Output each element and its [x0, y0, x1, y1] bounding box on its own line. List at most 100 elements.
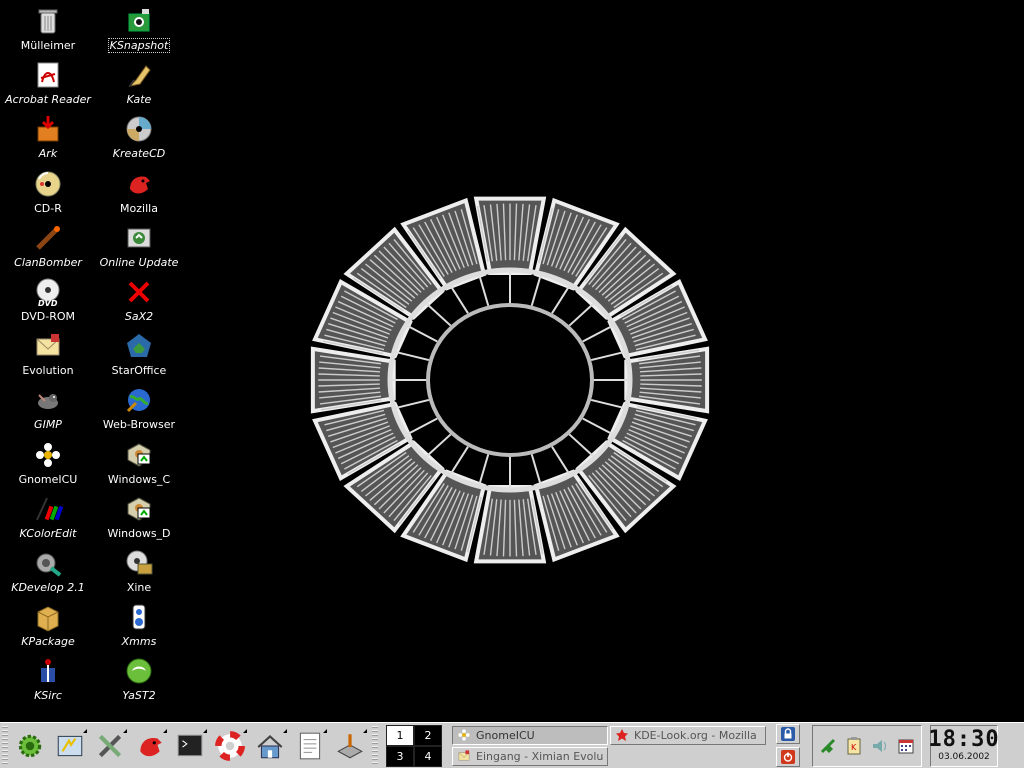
- calendar-icon: [898, 739, 914, 753]
- desktop-icon-m-lleimer[interactable]: Mülleimer: [4, 4, 92, 58]
- tray-network-plug[interactable]: [817, 735, 839, 757]
- gnomeicu-icon: [458, 729, 470, 741]
- acrobat-icon: [37, 62, 59, 88]
- trash-icon-holder: [31, 4, 65, 38]
- pager-desktop-2[interactable]: 2: [415, 725, 441, 745]
- pager-desktop-3[interactable]: 3: [387, 746, 413, 766]
- pager-desktop-4[interactable]: 4: [415, 746, 441, 766]
- desktop-icon-windows-d[interactable]: Windows_D: [96, 492, 182, 546]
- desktop-icon-kdevelop-2-1[interactable]: KDevelop 2.1: [4, 546, 92, 600]
- yast-icon-holder: [122, 654, 156, 688]
- desktop-icon-xmms[interactable]: Xmms: [96, 600, 182, 654]
- desktop-icon-web-browser[interactable]: Web-Browser: [96, 383, 182, 437]
- launcher-mozilla-dragon[interactable]: [130, 726, 170, 766]
- desktop[interactable]: Mülleimer Acrobat Reader Ark CD-R ClanBomber…: [0, 0, 1024, 722]
- launcher-settings-tools[interactable]: [90, 726, 130, 766]
- panel-separator: [372, 725, 378, 766]
- tray-calendar[interactable]: [895, 735, 917, 757]
- staroffice-icon: [127, 334, 151, 358]
- drive-icon-holder: [122, 438, 156, 472]
- drive-icon: [127, 497, 151, 521]
- desktop-icon-evolution[interactable]: Evolution: [4, 329, 92, 383]
- desktop-icon-cd-r[interactable]: CD-R: [4, 167, 92, 221]
- desktop-icon-label: CD-R: [34, 201, 62, 215]
- desktop-icon-kreatecd[interactable]: KreateCD: [96, 112, 182, 166]
- desktop-icon-kcoloredit[interactable]: KColorEdit: [4, 492, 92, 546]
- desktop-icon-sax2[interactable]: SaX2: [96, 275, 182, 329]
- desktop-icon-label: Web-Browser: [102, 418, 176, 432]
- online-update-icon-holder: [122, 221, 156, 255]
- yast-icon: [126, 658, 152, 684]
- clock[interactable]: 18:30 03.06.2002: [928, 724, 999, 767]
- pager-desktop-1[interactable]: 1: [387, 725, 413, 745]
- kdevelop-icon: [36, 553, 62, 577]
- desktop-icon-gnomeicu[interactable]: GnomeICU: [4, 438, 92, 492]
- sax2-icon-holder: [122, 275, 156, 309]
- launcher-kde-menu-gear[interactable]: [10, 726, 50, 766]
- lock-screen-button[interactable]: [776, 724, 800, 744]
- task-button-1[interactable]: GnomeICU: [452, 725, 608, 745]
- kate-icon: [128, 65, 151, 88]
- cdr-icon-holder: [31, 167, 65, 201]
- desktop-icon-label: Mülleimer: [20, 39, 76, 52]
- launcher-office[interactable]: [330, 726, 370, 766]
- online-update-icon: [127, 228, 151, 248]
- desktop-icon-ark[interactable]: Ark: [4, 112, 92, 166]
- desktop-icon-kate[interactable]: Kate: [96, 58, 182, 112]
- task-button-3[interactable]: Eingang - Ximian Evolution: [452, 746, 608, 766]
- task-button-2[interactable]: KDE-Look.org - Mozilla: [610, 725, 766, 745]
- ksirc-icon-holder: [31, 654, 65, 688]
- xmms-icon: [132, 604, 146, 630]
- desktop-icon-xine[interactable]: Xine: [96, 546, 182, 600]
- staroffice-icon-holder: [122, 329, 156, 363]
- task-label: Eingang - Ximian Evolution: [476, 749, 603, 763]
- desktop-icon-gimp[interactable]: GIMP: [4, 383, 92, 437]
- window-list-icon: [57, 735, 83, 756]
- desktop-icon-staroffice[interactable]: StarOffice: [96, 329, 182, 383]
- desktop-icon-label: SaX2: [124, 309, 154, 323]
- launcher-window-list[interactable]: [50, 726, 90, 766]
- task-label: KDE-Look.org - Mozilla: [634, 728, 757, 742]
- home-folder-icon: [257, 734, 283, 758]
- desktop-icon-label: DVD-ROM: [20, 309, 76, 323]
- kpackage-icon: [37, 606, 59, 632]
- launcher-text-editor[interactable]: [290, 726, 330, 766]
- panel-handle[interactable]: [2, 725, 8, 766]
- kdevelop-icon-holder: [31, 546, 65, 580]
- desktop-icon-kpackage[interactable]: KPackage: [4, 600, 92, 654]
- desktop-icon-ksnapshot[interactable]: KSnapshot: [96, 4, 182, 58]
- desktop-icon-label: Kate: [126, 93, 152, 107]
- desktop-icons-column-1: Mülleimer Acrobat Reader Ark CD-R ClanBomber…: [4, 4, 92, 708]
- kde-menu-gear-icon: [18, 734, 42, 757]
- task-label: GnomeICU: [476, 728, 535, 742]
- desktop-icon-dvd-rom[interactable]: DVD DVD-ROM: [4, 275, 92, 329]
- launcher-help-lifebuoy[interactable]: [210, 726, 250, 766]
- tray-speaker[interactable]: [869, 735, 891, 757]
- drive-icon-holder: [122, 492, 156, 526]
- desktop-icon-clanbomber[interactable]: ClanBomber: [4, 221, 92, 275]
- desktop-icon-online-update[interactable]: Online Update: [96, 221, 182, 275]
- help-lifebuoy-icon: [215, 730, 245, 761]
- desktop-icon-ksirc[interactable]: KSirc: [4, 654, 92, 708]
- network-plug-icon: [820, 738, 836, 753]
- tray-clipboard-klipper[interactable]: K: [843, 735, 865, 757]
- xmms-icon-holder: [122, 600, 156, 634]
- logout-button[interactable]: [776, 747, 800, 767]
- launcher-home-folder[interactable]: [250, 726, 290, 766]
- mozilla-dragon-icon: [140, 737, 162, 756]
- desktop-icon-acrobat-reader[interactable]: Acrobat Reader: [4, 58, 92, 112]
- desktop-icon-yast2[interactable]: YaST2: [96, 654, 182, 708]
- desktop-icon-label: GnomeICU: [18, 472, 78, 486]
- star-icon: [616, 729, 628, 741]
- svg-text:K: K: [851, 743, 857, 752]
- desktop-icon-label: Windows_C: [107, 472, 171, 486]
- clanbomber-icon: [36, 225, 60, 250]
- taskbar: GnomeICU KDE-Look.org - Mozilla Eingang - …: [452, 725, 766, 766]
- desktop-icon-mozilla[interactable]: Mozilla: [96, 167, 182, 221]
- desktop-icon-windows-c[interactable]: Windows_C: [96, 438, 182, 492]
- wallpaper-3d-ring: [310, 196, 710, 564]
- kcoloredit-icon: [36, 497, 63, 521]
- drive-icon: [127, 442, 151, 467]
- launcher-terminal[interactable]: [170, 726, 210, 766]
- evolution-icon-holder: [31, 329, 65, 363]
